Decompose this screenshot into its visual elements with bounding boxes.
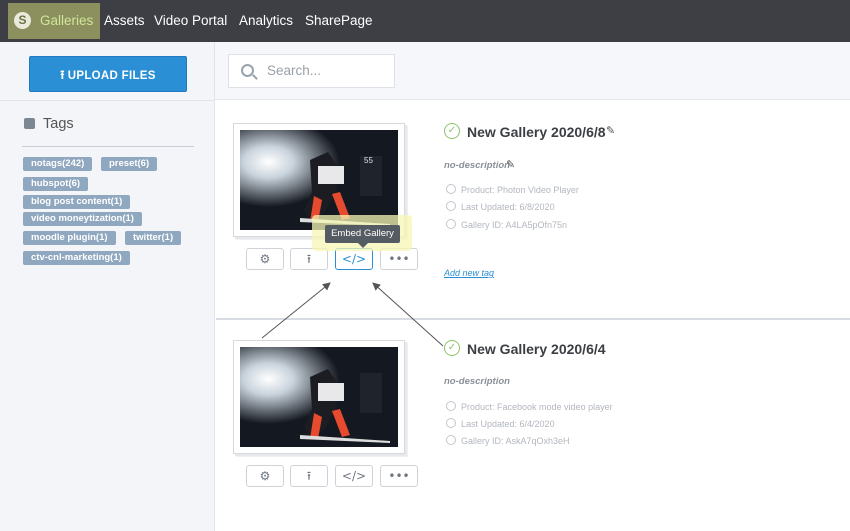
code-icon: </> [341,469,367,483]
check-circle-icon: ✓ [444,123,460,139]
upload-files-label: UPLOAD FILES [67,70,156,82]
embed-gallery-button[interactable]: </> [335,248,373,270]
gallery-title[interactable]: New Gallery 2020/6/8 [467,124,606,140]
gear-icon: ⚙ [259,252,271,266]
tag-icon [24,118,35,129]
settings-button[interactable]: ⚙ [246,465,284,487]
clock-icon [446,418,456,428]
tag-chip[interactable]: twitter(1) [125,231,182,245]
gallery-thumbnail[interactable] [233,340,405,454]
annotation-arrow [261,282,331,339]
gallery-updated: Last Updated: 6/8/2020 [446,201,555,212]
upload-files-button[interactable]: ⭱ UPLOAD FILES [29,56,187,92]
add-new-tag-link[interactable]: Add new tag [444,268,494,278]
gallery-product: Product: Photon Video Player [446,184,579,195]
settings-button[interactable]: ⚙ [246,248,284,270]
gallery-id: Gallery ID: A4LA5pOfn75n [446,219,567,230]
gallery-description: no-description [444,376,510,387]
gallery-updated: Last Updated: 6/4/2020 [446,418,555,429]
gallery-id-text: Gallery ID: AskA7qOxh3eH [461,436,570,446]
ellipsis-icon: ••• [388,469,410,483]
pencil-icon[interactable]: ✎ [606,124,615,137]
nav-analytics[interactable]: Analytics [239,13,293,28]
embed-gallery-tooltip: Embed Gallery [325,225,400,248]
tag-chip[interactable]: notags(242) [23,157,93,171]
ellipsis-icon: ••• [388,252,410,266]
tag-chip[interactable]: moodle plugin(1) [23,231,116,245]
id-icon [446,435,456,445]
sidebar-divider [0,100,215,101]
logo-icon[interactable]: S [14,12,31,29]
gallery-product-text: Product: Facebook mode video player [461,402,613,412]
sidebar: ⭱ UPLOAD FILES Tags notags(242) preset(6)… [0,42,215,531]
nav-video-portal[interactable]: Video Portal [154,13,227,28]
product-icon [446,184,456,194]
tag-chip[interactable]: preset(6) [101,157,158,171]
gallery-updated-text: Last Updated: 6/4/2020 [461,419,555,429]
annotation-arrow [372,282,444,347]
nav-galleries[interactable]: Galleries [40,13,93,28]
product-icon [446,401,456,411]
gallery-divider [216,318,850,320]
tags-heading: Tags [24,116,74,132]
gallery-thumbnail-image [240,347,398,447]
tag-chip[interactable]: ctv-cnl-marketing(1) [23,251,130,265]
top-nav: S Galleries Assets Video Portal Analytic… [0,0,850,42]
publish-button[interactable]: ⭱ [290,465,328,487]
tag-chip[interactable]: blog post content(1) [23,195,131,209]
gallery-id: Gallery ID: AskA7qOxh3eH [446,435,570,446]
svg-text:55: 55 [364,156,373,165]
id-icon [446,219,456,229]
search-placeholder: Search... [267,63,322,78]
gallery-title[interactable]: New Gallery 2020/6/4 [467,341,606,357]
upload-icon: ⭱ [306,252,312,266]
tag-chip[interactable]: video moneytization(1) [23,212,142,226]
gallery-updated-text: Last Updated: 6/8/2020 [461,202,555,212]
clock-icon [446,201,456,211]
tags-heading-label: Tags [43,116,74,132]
gallery-product: Product: Facebook mode video player [446,401,613,412]
more-options-button[interactable]: ••• [380,248,418,270]
nav-assets[interactable]: Assets [104,13,145,28]
search-bar: Search... [215,42,850,100]
search-input[interactable]: Search... [228,54,395,88]
gallery-product-text: Product: Photon Video Player [461,185,579,195]
pencil-icon[interactable]: ✎ [506,158,515,171]
code-icon: </> [341,252,367,266]
gallery-id-text: Gallery ID: A4LA5pOfn75n [461,220,568,230]
upload-arrow-icon: ⭱ [60,68,65,82]
upload-icon: ⭱ [306,469,312,483]
embed-gallery-button[interactable]: </> [335,465,373,487]
more-options-button[interactable]: ••• [380,465,418,487]
tag-chip[interactable]: hubspot(6) [23,177,89,191]
nav-sharepage[interactable]: SharePage [305,13,373,28]
search-icon [241,64,254,77]
gallery-description: no-description [444,160,510,171]
tags-divider [22,146,194,147]
publish-button[interactable]: ⭱ [290,248,328,270]
check-circle-icon: ✓ [444,340,460,356]
gear-icon: ⚙ [259,469,271,483]
